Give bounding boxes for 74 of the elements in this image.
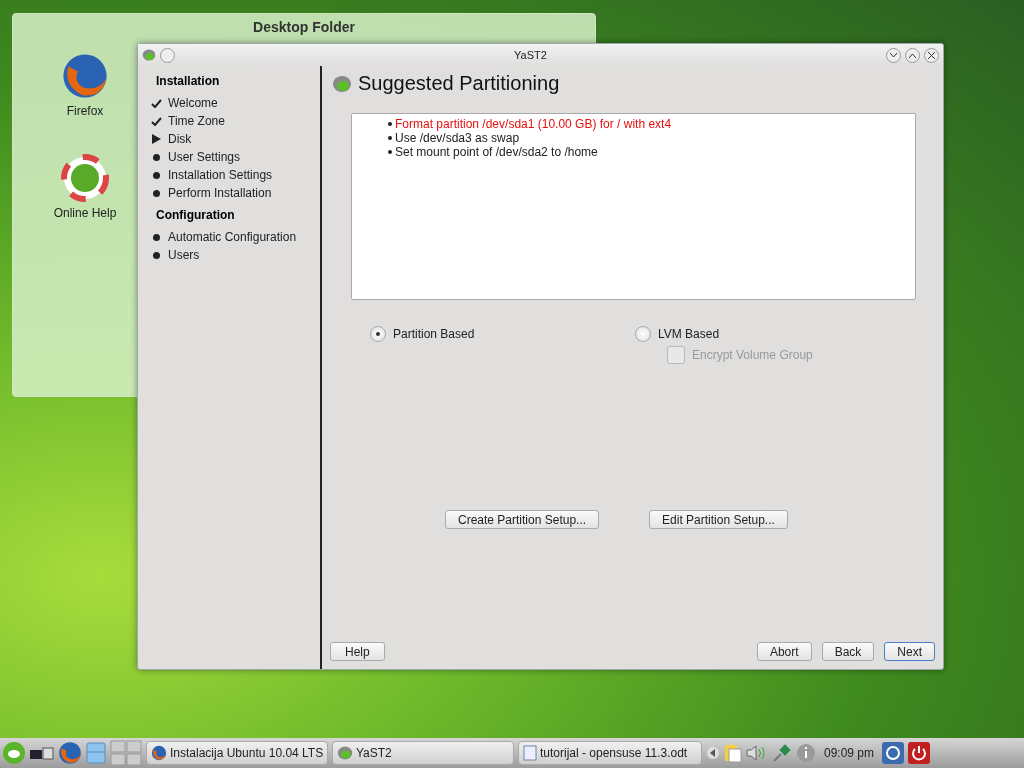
chevron-up-icon (909, 52, 916, 58)
step-label: User Settings (168, 150, 241, 164)
maximize-button[interactable] (905, 47, 920, 63)
radio-label[interactable]: LVM Based (658, 327, 720, 341)
disk-icon (337, 745, 353, 761)
desktop-icon-label[interactable]: Online Help (53, 206, 117, 220)
task-button[interactable]: tutorijal - opensuse 11.3.odt (518, 741, 702, 765)
bullet-icon (152, 233, 160, 241)
clipboard-button[interactable] (724, 743, 742, 763)
launcher-button[interactable] (30, 745, 54, 761)
close-icon (928, 51, 935, 59)
notifications-button[interactable] (796, 743, 816, 763)
radio-button[interactable] (635, 326, 651, 342)
setup-button[interactable]: Create Partition Setup... (445, 510, 600, 529)
bullet-icon (388, 122, 392, 126)
leave-button[interactable] (908, 742, 931, 764)
bullet-icon (388, 150, 392, 154)
lock-button[interactable] (882, 742, 905, 764)
step-label: Disk (168, 132, 192, 146)
bullet-icon (152, 153, 160, 161)
bullet-icon (152, 171, 160, 179)
step-label: Users (168, 248, 200, 262)
setup-button[interactable]: Edit Partition Setup... (649, 510, 788, 529)
radio-button[interactable] (370, 326, 386, 342)
task-button[interactable]: Instalacija Ubuntu 10.04 LTS (146, 741, 328, 765)
clock[interactable]: 09:09 pm (824, 746, 875, 760)
help-button[interactable]: Help (330, 642, 385, 661)
bullet-icon (388, 136, 392, 140)
expand-tray-button[interactable] (706, 746, 720, 760)
radio-dot-icon (376, 332, 380, 336)
summary-line: Use /dev/sda3 as swap (395, 131, 520, 145)
section-title: Configuration (156, 208, 236, 222)
speaker-icon (746, 744, 768, 762)
task-button[interactable]: YaST2 (332, 741, 514, 765)
nav-button[interactable]: Next (884, 642, 935, 661)
volume-button[interactable] (746, 744, 768, 762)
triangle-icon (151, 134, 161, 144)
radio-label[interactable]: Partition Based (393, 327, 475, 341)
step-label: Time Zone (168, 114, 225, 128)
document-icon (523, 745, 537, 761)
pager-button[interactable] (110, 740, 142, 766)
step-label: Welcome (168, 96, 218, 110)
nav-button[interactable]: Abort (756, 642, 812, 661)
summary-line: Set mount point of /dev/sda2 to /home (395, 145, 598, 159)
info-icon (796, 743, 816, 763)
file-cabinet-icon (86, 742, 106, 764)
summary-line: Format partition /dev/sda1 (10.00 GB) for / with ext4 (395, 117, 672, 131)
disk-icon (332, 73, 352, 94)
step-label: Installation Settings (168, 168, 273, 182)
network-button[interactable] (772, 743, 792, 763)
plug-icon (772, 743, 792, 763)
folder-title: Desktop Folder (252, 18, 356, 37)
desktop-icon-label[interactable]: Firefox (66, 104, 104, 118)
step-label: Perform Installation (168, 186, 272, 200)
window-title: YaST2 (513, 49, 548, 61)
clipboard-icon (724, 743, 742, 763)
menu-button[interactable] (160, 47, 175, 63)
page-title: Suggested Partitioning (358, 72, 560, 95)
bullet-icon (152, 189, 160, 197)
step-label: Automatic Configuration (168, 230, 297, 244)
lock-screen-icon (882, 742, 905, 764)
lifebuoy-icon (61, 154, 109, 202)
nav-button[interactable]: Back (821, 642, 875, 661)
app-icon (142, 48, 156, 62)
desktop-pager-icon (110, 740, 142, 766)
checkmark-icon (150, 116, 162, 126)
close-button[interactable] (924, 47, 939, 63)
section-title: Installation (156, 74, 221, 88)
checkmark-icon (150, 98, 162, 108)
devices-icon (30, 745, 54, 761)
power-icon (908, 742, 931, 764)
minimize-button[interactable] (886, 47, 901, 63)
chevron-down-icon (890, 52, 897, 58)
bullet-icon (152, 251, 160, 259)
